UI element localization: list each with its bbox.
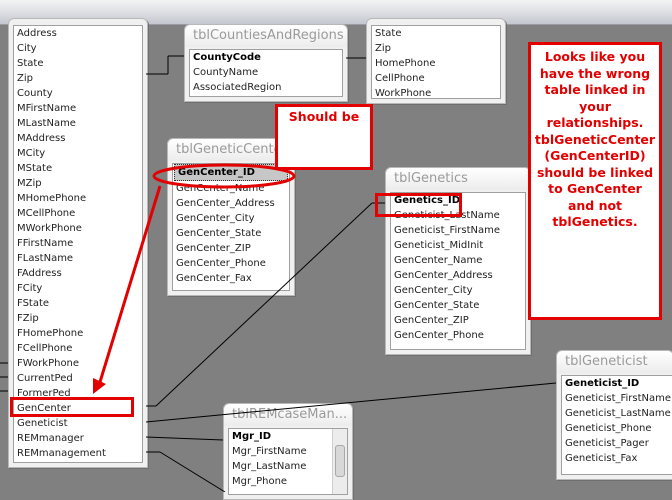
should-be-note: Should be	[275, 104, 373, 170]
annotation-arrow	[98, 185, 162, 383]
should-be-text: Should be	[288, 109, 360, 124]
explanation-text: Looks like you have the wrong table link…	[534, 49, 656, 229]
explanation-note: Looks like you have the wrong table link…	[528, 42, 662, 320]
relationship-line-geneticist	[145, 413, 231, 423]
relationship-line-rem-manager	[145, 436, 224, 441]
highlight-ellipse	[152, 163, 296, 189]
highlight-box-gencenter	[10, 397, 134, 417]
highlight-box-genetics-id	[375, 193, 462, 217]
